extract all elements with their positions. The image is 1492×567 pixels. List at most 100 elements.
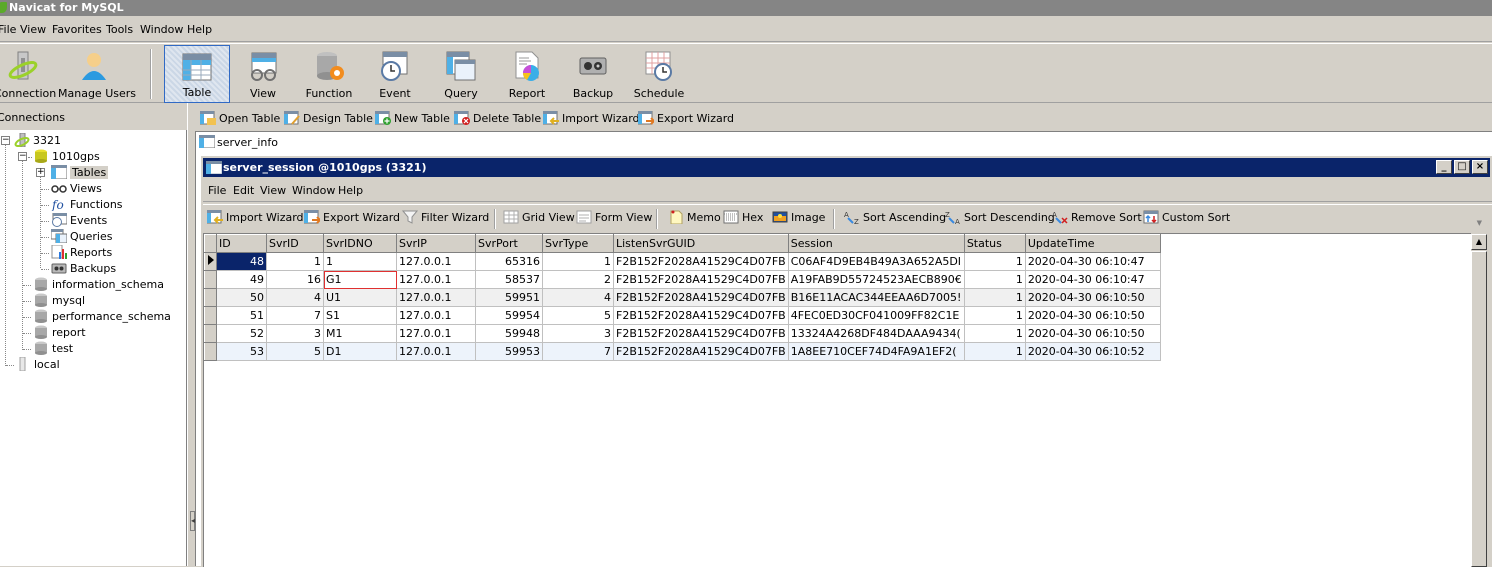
cell-svrip[interactable]: 127.0.0.1 (396, 288, 476, 307)
cell-status[interactable]: 1 (963, 288, 1026, 307)
cell-svrid[interactable]: 5 (266, 342, 324, 361)
column-header-svrid[interactable]: SvrID (266, 234, 324, 253)
grid-view-button[interactable]: Grid View (503, 210, 575, 226)
column-header-updatetime[interactable]: UpdateTime (1024, 234, 1161, 253)
column-header-listensvrguid[interactable]: ListenSvrGUID (613, 234, 789, 253)
cell-svrtype[interactable]: 3 (542, 324, 614, 343)
cell-session[interactable]: C06AF4D9EB4B49A3A652A5DI (787, 252, 965, 271)
cell-svrip[interactable]: 127.0.0.1 (396, 324, 476, 343)
cell-svrid[interactable]: 16 (266, 270, 324, 289)
cell-updatetime[interactable]: 2020-04-30 06:10:50 (1024, 306, 1161, 325)
connections-tree[interactable]: − 3321 − 1010gps + Tables Views fo Functi… (0, 130, 187, 566)
column-header-svrtype[interactable]: SvrType (542, 234, 614, 253)
tree-node-queries[interactable]: Queries (51, 229, 112, 245)
form-view-button[interactable]: Form View (576, 210, 652, 226)
cell-svrip[interactable]: 127.0.0.1 (396, 252, 476, 271)
menu-file[interactable]: File (0, 23, 16, 36)
cell-svrtype[interactable]: 7 (542, 342, 614, 361)
delete-table-button[interactable]: Delete Table (454, 111, 541, 127)
cell-svridno[interactable]: D1 (323, 342, 397, 361)
cell-session[interactable]: B16E11ACAC344EEAA6D7005! (787, 288, 965, 307)
column-header-svrport[interactable]: SvrPort (475, 234, 543, 253)
cell-id[interactable]: 51 (216, 306, 267, 325)
cell-svrid[interactable]: 3 (266, 324, 324, 343)
cell-status[interactable]: 1 (963, 342, 1026, 361)
cell-listensvrguid[interactable]: F2B152F2028A41529C4D07FB (613, 342, 789, 361)
collapse-toggle[interactable]: − (18, 152, 27, 161)
open-table-button[interactable]: Open Table (200, 111, 280, 127)
row-selector[interactable] (204, 324, 217, 343)
tree-node-backups[interactable]: Backups (51, 261, 116, 277)
new-table-button[interactable]: New Table (375, 111, 450, 127)
menu-favorites[interactable]: Favorites (52, 23, 102, 36)
remove-sort-button[interactable]: A Remove Sort (1052, 210, 1142, 226)
child-menu-window[interactable]: Window (292, 184, 335, 197)
object-item-server-info[interactable]: server_info (199, 135, 278, 150)
import-wizard-button[interactable]: Import Wizard (207, 210, 304, 226)
row-selector[interactable] (204, 252, 217, 271)
tree-node-tables[interactable]: Tables (51, 165, 109, 181)
cell-listensvrguid[interactable]: F2B152F2028A41529C4D07FB (613, 324, 789, 343)
close-button[interactable]: × (1472, 160, 1488, 174)
cell-listensvrguid[interactable]: F2B152F2028A41529C4D07FB (613, 288, 789, 307)
cell-svrport[interactable]: 59954 (475, 306, 543, 325)
tree-node-functions[interactable]: fo Functions (51, 197, 123, 213)
table-row[interactable]: 52 3 M1 127.0.0.1 59948 3 F2B152F2028A41… (204, 324, 1161, 343)
cell-svrport[interactable]: 59951 (475, 288, 543, 307)
tree-node-reports[interactable]: Reports (51, 245, 112, 261)
export-wizard-button[interactable]: Export Wizard (638, 111, 734, 127)
table-row[interactable]: 48 1 1 127.0.0.1 65316 1 F2B152F2028A415… (204, 252, 1161, 271)
custom-sort-button[interactable]: Custom Sort (1143, 210, 1230, 226)
cell-svrport[interactable]: 59953 (475, 342, 543, 361)
cell-status[interactable]: 1 (963, 306, 1026, 325)
tree-database-mysql[interactable]: mysql (33, 293, 85, 309)
report-button[interactable]: Report (500, 45, 554, 103)
cell-status[interactable]: 1 (963, 270, 1026, 289)
menu-help[interactable]: Help (187, 23, 212, 36)
memo-button[interactable]: Memo (668, 210, 721, 226)
minimize-button[interactable]: _ (1436, 160, 1452, 174)
child-menu-view[interactable]: View (260, 184, 286, 197)
collapse-toggle[interactable]: − (1, 136, 10, 145)
cell-svrtype[interactable]: 1 (542, 252, 614, 271)
image-button[interactable]: Image (772, 210, 825, 226)
tree-database-test[interactable]: test (33, 341, 73, 357)
export-wizard-button[interactable]: Export Wizard (304, 210, 400, 226)
cell-svrid[interactable]: 1 (266, 252, 324, 271)
hex-button[interactable]: Hex (723, 210, 763, 226)
toolbar-overflow-icon[interactable]: ▼ (1477, 219, 1482, 227)
cell-svrid[interactable]: 7 (266, 306, 324, 325)
row-selector[interactable] (204, 288, 217, 307)
child-menu-edit[interactable]: Edit (233, 184, 254, 197)
cell-listensvrguid[interactable]: F2B152F2028A41529C4D07FB (613, 306, 789, 325)
cell-listensvrguid[interactable]: F2B152F2028A41529C4D07FB (613, 252, 789, 271)
vertical-scrollbar[interactable]: ▲ (1471, 233, 1488, 567)
cell-status[interactable]: 1 (963, 324, 1026, 343)
schedule-button[interactable]: Schedule (630, 45, 688, 103)
column-header-svrip[interactable]: SvrIP (396, 234, 476, 253)
menu-view[interactable]: View (20, 23, 46, 36)
cell-status[interactable]: 1 (963, 252, 1026, 271)
corner-cell[interactable] (204, 234, 217, 253)
menu-tools[interactable]: Tools (106, 23, 133, 36)
column-header-svridno[interactable]: SvrIDNO (323, 234, 397, 253)
cell-svridno[interactable]: M1 (323, 324, 397, 343)
cell-svridno[interactable]: 1 (323, 252, 397, 271)
cell-session[interactable]: A19FAB9D55724523AECB890€ (787, 270, 965, 289)
cell-svridno[interactable]: S1 (323, 306, 397, 325)
cell-svrport[interactable]: 59948 (475, 324, 543, 343)
row-selector[interactable] (204, 306, 217, 325)
cell-updatetime[interactable]: 2020-04-30 06:10:50 (1024, 288, 1161, 307)
table-row[interactable]: 50 4 U1 127.0.0.1 59951 4 F2B152F2028A41… (204, 288, 1161, 307)
query-button[interactable]: Query (434, 45, 488, 103)
column-header-id[interactable]: ID (216, 234, 267, 253)
cell-updatetime[interactable]: 2020-04-30 06:10:50 (1024, 324, 1161, 343)
table-button[interactable]: Table (164, 45, 230, 103)
tree-database-performance-schema[interactable]: performance_schema (33, 309, 171, 325)
column-header-session[interactable]: Session (787, 234, 965, 253)
child-menu-help[interactable]: Help (338, 184, 363, 197)
tree-node-views[interactable]: Views (51, 181, 102, 197)
cell-updatetime[interactable]: 2020-04-30 06:10:52 (1024, 342, 1161, 361)
table-row[interactable]: 53 5 D1 127.0.0.1 59953 7 F2B152F2028A41… (204, 342, 1161, 361)
cell-svrip[interactable]: 127.0.0.1 (396, 270, 476, 289)
